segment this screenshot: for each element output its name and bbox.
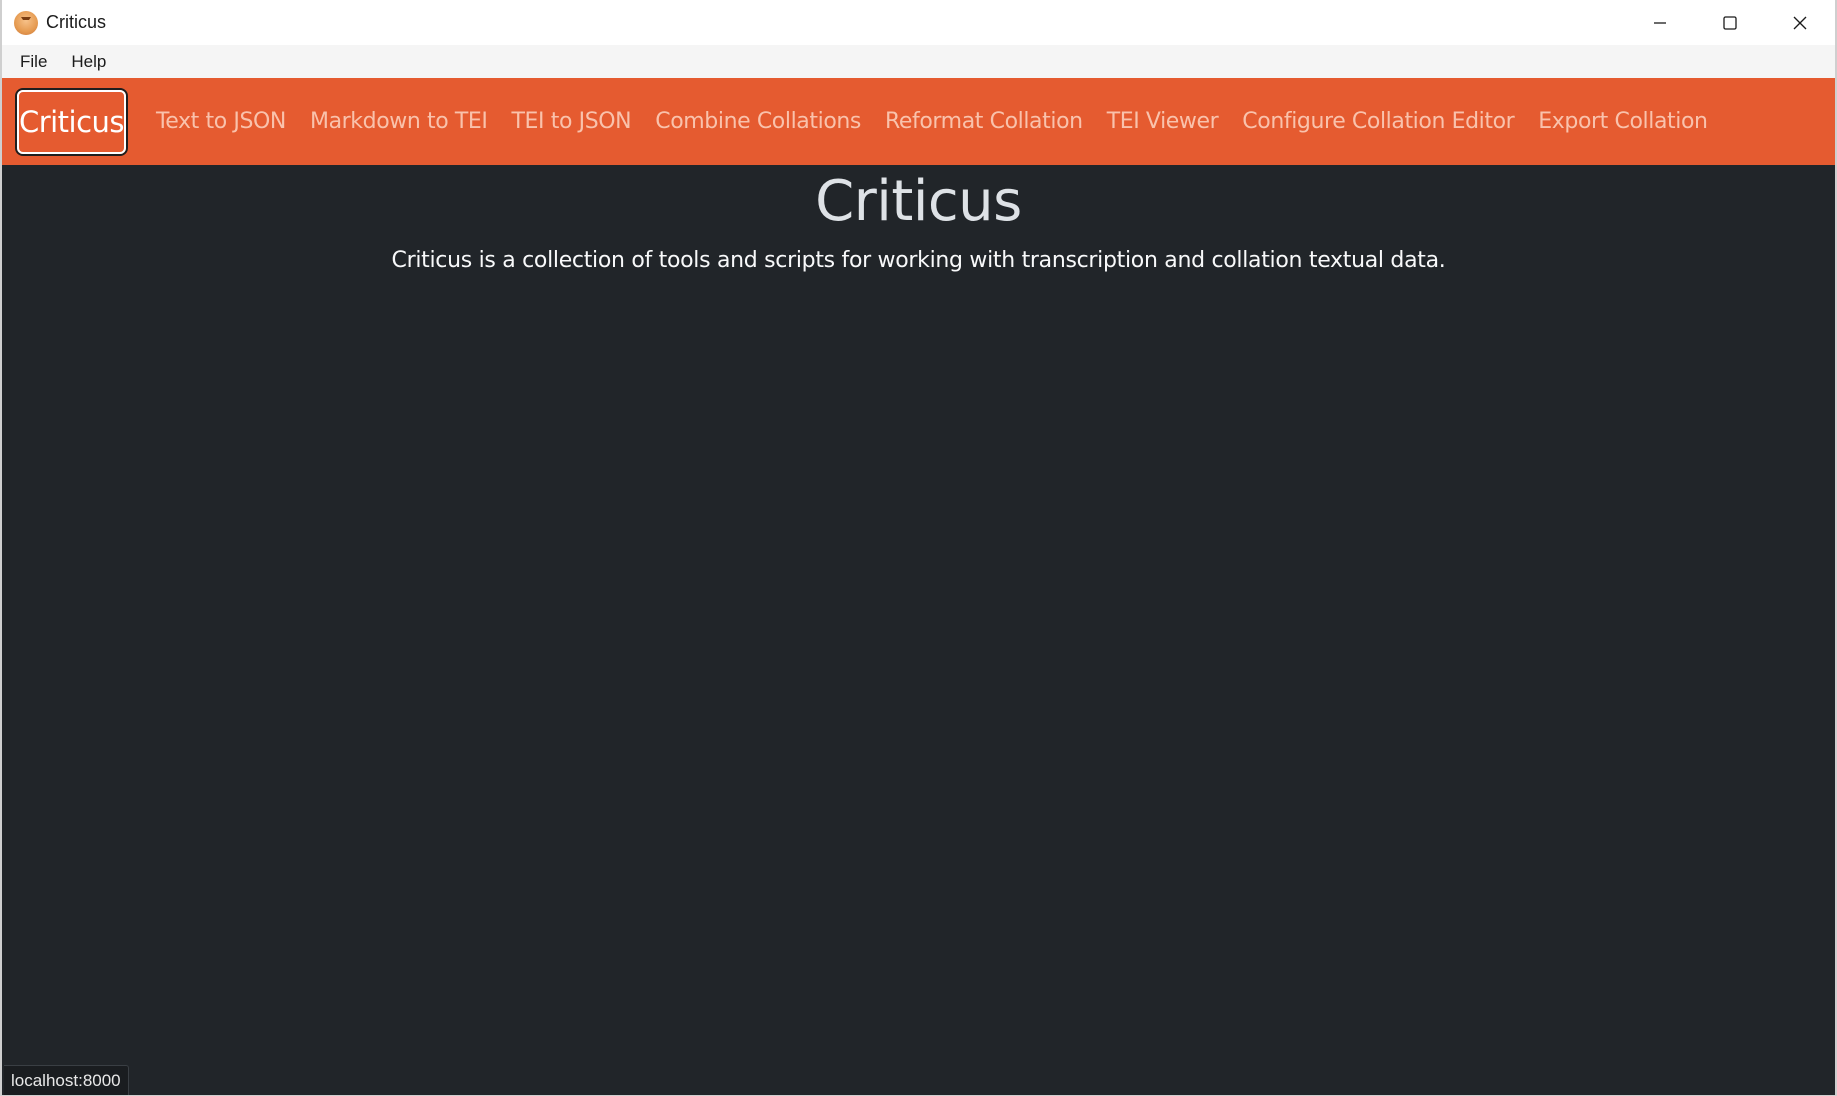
minimize-button[interactable] xyxy=(1625,0,1695,45)
nav-markdown-to-tei[interactable]: Markdown to TEI xyxy=(298,109,500,134)
page-title: Criticus xyxy=(815,169,1022,234)
nav-reformat-collation[interactable]: Reformat Collation xyxy=(873,109,1095,134)
nav-text-to-json[interactable]: Text to JSON xyxy=(144,109,298,134)
criticus-app-icon xyxy=(14,10,38,35)
main-content: Criticus Criticus is a collection of too… xyxy=(2,165,1835,1096)
window-controls xyxy=(1625,0,1835,45)
page-description: Criticus is a collection of tools and sc… xyxy=(391,248,1446,273)
brand-link[interactable]: Criticus xyxy=(17,89,126,154)
menu-help[interactable]: Help xyxy=(61,48,116,76)
menu-bar: File Help xyxy=(2,45,1835,78)
close-icon xyxy=(1793,16,1807,29)
maximize-button[interactable] xyxy=(1695,0,1765,45)
nav-configure-collation-editor[interactable]: Configure Collation Editor xyxy=(1230,109,1526,134)
window-title: Criticus xyxy=(46,12,107,32)
status-url-tooltip: localhost:8000 xyxy=(4,1065,129,1096)
minimize-icon xyxy=(1654,21,1666,24)
nav-combine-collations[interactable]: Combine Collations xyxy=(643,109,873,134)
title-bar[interactable]: Criticus xyxy=(2,0,1835,45)
maximize-icon xyxy=(1723,15,1737,30)
nav-tei-to-json[interactable]: TEI to JSON xyxy=(500,109,644,134)
close-button[interactable] xyxy=(1765,0,1835,45)
nav-tei-viewer[interactable]: TEI Viewer xyxy=(1095,109,1231,134)
app-window: Criticus File Help Criticus Text to JSON… xyxy=(0,0,1837,1096)
top-navbar: Criticus Text to JSON Markdown to TEI TE… xyxy=(2,78,1835,165)
menu-file[interactable]: File xyxy=(10,48,57,76)
nav-export-collation[interactable]: Export Collation xyxy=(1526,109,1719,134)
nav-links: Text to JSON Markdown to TEI TEI to JSON… xyxy=(144,109,1720,134)
